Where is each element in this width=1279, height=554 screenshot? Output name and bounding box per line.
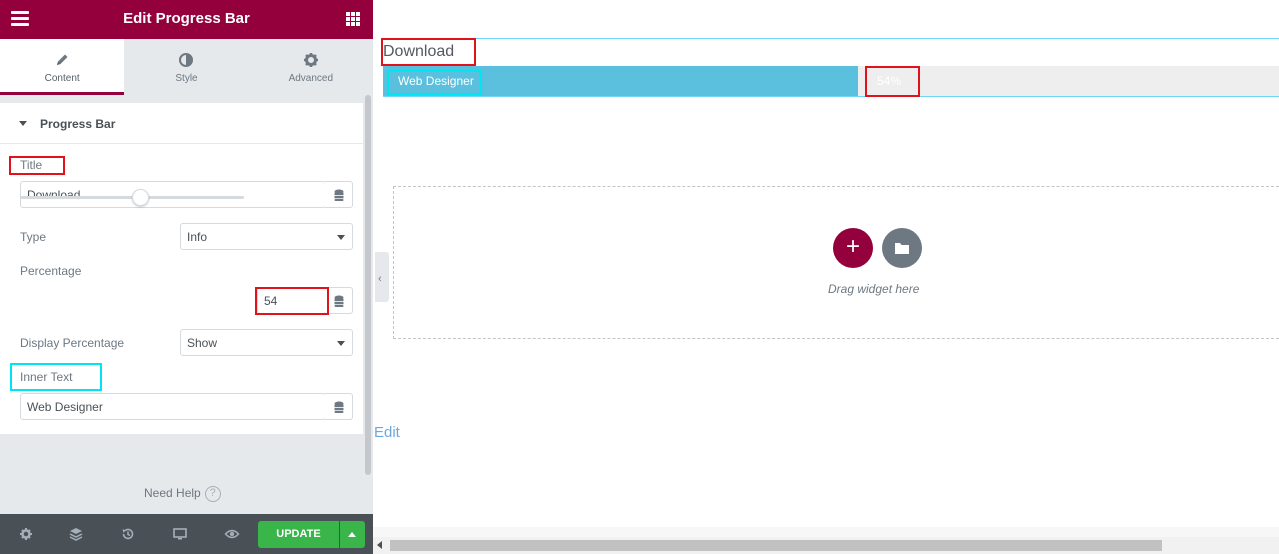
pencil-icon bbox=[57, 54, 68, 65]
inner-text-input[interactable]: Web Designer bbox=[20, 393, 326, 420]
tab-advanced[interactable]: Advanced bbox=[249, 39, 373, 95]
tab-style[interactable]: Style bbox=[124, 39, 248, 95]
add-section-button[interactable]: + bbox=[833, 228, 873, 268]
panel-header: Edit Progress Bar bbox=[0, 0, 373, 39]
layers-icon[interactable] bbox=[68, 526, 84, 542]
database-icon bbox=[334, 401, 344, 413]
folder-icon bbox=[895, 243, 909, 254]
need-help-label: Need Help bbox=[144, 486, 201, 501]
collapse-panel-toggle[interactable]: ‹ bbox=[375, 252, 389, 302]
progress-bar-track[interactable] bbox=[383, 66, 1279, 96]
chevron-down-icon bbox=[337, 235, 345, 240]
display-percentage-label: Display Percentage bbox=[20, 336, 125, 350]
tab-advanced-label: Advanced bbox=[288, 73, 334, 84]
widgets-grid-icon[interactable] bbox=[346, 12, 360, 26]
settings-icon[interactable] bbox=[18, 526, 34, 542]
horizontal-scrollbar-thumb[interactable] bbox=[390, 540, 1162, 551]
type-label: Type bbox=[20, 230, 47, 244]
chevron-down-icon bbox=[337, 341, 345, 346]
drag-widget-hint: Drag widget here bbox=[828, 282, 920, 296]
gear-icon bbox=[303, 53, 318, 67]
tab-content-label: Content bbox=[44, 73, 80, 84]
canvas-bottom-strip bbox=[373, 527, 1279, 537]
panel-footer: UPDATE bbox=[0, 514, 373, 554]
chevron-left-icon: ‹ bbox=[378, 273, 382, 285]
need-help-link[interactable]: Need Help? bbox=[144, 486, 221, 502]
panel-tabs: Content Style Advanced bbox=[0, 39, 373, 95]
widget-outline-bottom bbox=[383, 96, 1279, 97]
preview-eye-icon[interactable] bbox=[224, 526, 240, 542]
responsive-icon[interactable] bbox=[172, 526, 188, 542]
widget-outline-top bbox=[383, 38, 1279, 39]
highlight-box-inner-text bbox=[387, 70, 482, 95]
panel-title: Edit Progress Bar bbox=[123, 10, 250, 27]
highlight-box-progress-title bbox=[381, 38, 476, 66]
highlight-box-percentage bbox=[255, 287, 329, 315]
empty-section-dropzone[interactable] bbox=[393, 186, 1279, 339]
update-button[interactable]: UPDATE bbox=[258, 521, 339, 548]
panel-scrollbar[interactable] bbox=[365, 95, 371, 475]
caret-up-icon bbox=[348, 532, 356, 537]
question-icon: ? bbox=[204, 486, 221, 502]
dynamic-tags-button[interactable] bbox=[325, 181, 353, 208]
horizontal-scrollbar[interactable] bbox=[373, 537, 1279, 554]
section-header-progress-bar[interactable]: Progress Bar bbox=[0, 103, 363, 144]
plus-icon: + bbox=[845, 233, 860, 260]
database-icon bbox=[334, 295, 344, 307]
dynamic-tags-button[interactable] bbox=[325, 393, 353, 420]
highlight-box-inner-text-label bbox=[10, 363, 102, 391]
tab-content[interactable]: Content bbox=[0, 39, 125, 95]
type-select[interactable]: Info bbox=[180, 223, 353, 250]
caret-down-icon bbox=[19, 121, 27, 126]
template-library-button[interactable] bbox=[882, 228, 922, 268]
display-percentage-select[interactable]: Show bbox=[180, 329, 353, 356]
update-options-button[interactable] bbox=[340, 521, 365, 548]
percentage-label: Percentage bbox=[20, 264, 82, 278]
dynamic-tags-button[interactable] bbox=[325, 287, 353, 314]
database-icon bbox=[334, 189, 344, 201]
highlight-box-title-label bbox=[9, 156, 65, 175]
scroll-left-arrow-icon[interactable] bbox=[377, 541, 382, 549]
title-input[interactable]: Download bbox=[20, 181, 326, 208]
section-title: Progress Bar bbox=[40, 117, 116, 131]
contrast-icon bbox=[179, 53, 194, 67]
editor-panel: Edit Progress Bar Content Style Advanced… bbox=[0, 0, 373, 554]
highlight-box-percentage-label bbox=[865, 66, 920, 97]
display-percentage-value: Show bbox=[187, 336, 218, 350]
history-icon[interactable] bbox=[120, 526, 136, 542]
edit-link[interactable]: Edit bbox=[374, 424, 400, 441]
tab-style-label: Style bbox=[175, 73, 198, 84]
type-select-value: Info bbox=[187, 230, 208, 244]
